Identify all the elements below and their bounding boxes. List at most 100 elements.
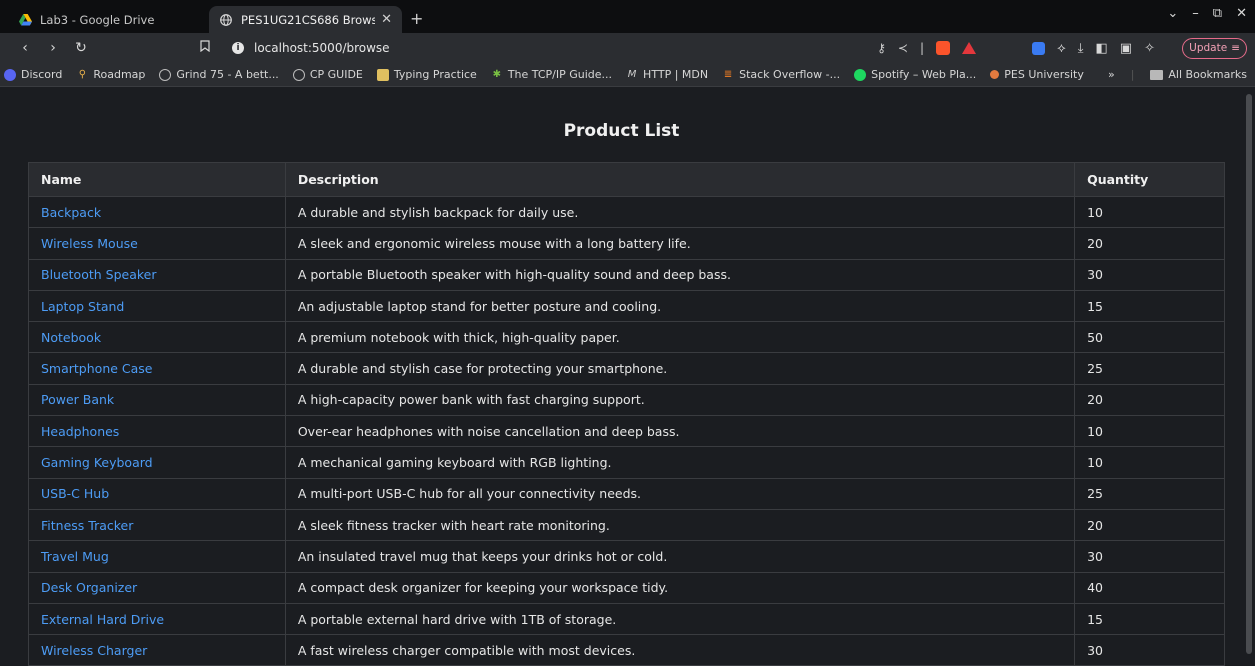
brave-shields-icon[interactable] (936, 41, 950, 55)
tab-strip: Lab3 - Google Drive PES1UG21CS686 Browse… (0, 0, 1255, 33)
column-header-description: Description (284, 162, 1076, 197)
bookmark-item[interactable]: ≣ Stack Overflow -... (722, 68, 840, 81)
tab-title: PES1UG21CS686 Browse (241, 12, 376, 27)
bookmark-item[interactable]: Typing Practice (376, 68, 477, 81)
product-description-cell: A sleek fitness tracker with heart rate … (284, 508, 1076, 542)
product-link[interactable]: Power Bank (41, 392, 114, 407)
product-quantity-cell: 50 (1074, 321, 1225, 354)
product-link[interactable]: Gaming Keyboard (41, 455, 153, 470)
product-description-cell: A durable and stylish case for protectin… (284, 352, 1076, 385)
scrollbar-thumb[interactable] (1246, 94, 1252, 654)
bookmark-item[interactable]: Discord (4, 68, 62, 81)
brave-rewards-icon[interactable] (962, 42, 976, 54)
sidebar-icon[interactable]: ◧ (1096, 41, 1108, 56)
product-link[interactable]: Wireless Charger (41, 643, 147, 658)
bookmark-item[interactable]: CP GUIDE (292, 68, 363, 81)
bookmark-item[interactable]: M HTTP | MDN (626, 68, 708, 81)
product-description-cell: A premium notebook with thick, high-qual… (284, 321, 1076, 354)
product-table-wrap: Name Description Quantity Backpack A dura… (28, 162, 1225, 666)
product-description-cell: A multi-port USB-C hub for all your conn… (284, 477, 1076, 510)
table-row: External Hard Drive A portable external h… (28, 602, 1225, 636)
product-link[interactable]: Bluetooth Speaker (41, 267, 157, 282)
table-row: Wireless Mouse A sleek and ergonomic wire… (28, 227, 1225, 260)
product-link[interactable]: Smartphone Case (41, 361, 153, 376)
bookmark-item[interactable]: PES University (990, 68, 1084, 81)
bookmark-item[interactable]: ⚲ Roadmap (76, 68, 146, 81)
bookmark-item[interactable]: Spotify – Web Pla... (854, 68, 976, 81)
product-quantity-cell: 30 (1074, 634, 1225, 666)
site-info-icon[interactable]: i (232, 42, 244, 54)
product-link[interactable]: Desk Organizer (41, 580, 137, 595)
update-button[interactable]: Update ≡ (1182, 37, 1247, 59)
minimize-icon[interactable]: – (1192, 6, 1199, 21)
wallet-icon[interactable]: ▣ (1120, 41, 1132, 56)
extensions-puzzle-icon[interactable]: ⟡ (1057, 41, 1066, 56)
product-link[interactable]: Notebook (41, 330, 101, 345)
table-header-row: Name Description Quantity (28, 162, 1225, 197)
product-link[interactable]: Travel Mug (41, 549, 109, 564)
share-icon[interactable]: ≺ (898, 41, 908, 55)
product-description-cell: A sleek and ergonomic wireless mouse wit… (284, 227, 1076, 260)
product-quantity-cell: 25 (1074, 352, 1225, 385)
tab-search-icon[interactable]: ⌄ (1167, 6, 1178, 21)
product-link[interactable]: USB-C Hub (41, 486, 109, 501)
product-link[interactable]: Headphones (41, 424, 119, 439)
forward-icon[interactable]: › (46, 40, 60, 56)
product-link[interactable]: Fitness Tracker (41, 518, 133, 533)
product-link[interactable]: Backpack (41, 205, 101, 220)
product-description-cell: A mechanical gaming keyboard with RGB li… (284, 446, 1076, 479)
product-link[interactable]: Wireless Mouse (41, 236, 138, 251)
back-icon[interactable]: ‹ (18, 40, 32, 56)
product-quantity-cell: 20 (1074, 383, 1225, 417)
table-row: Fitness Tracker A sleek fitness tracker w… (28, 508, 1225, 542)
restore-icon[interactable]: ⧉ (1213, 6, 1222, 21)
product-description-cell: A compact desk organizer for keeping you… (284, 571, 1076, 604)
column-header-name: Name (28, 162, 286, 197)
download-icon[interactable]: ⤓ (1078, 41, 1084, 56)
extension-icons: ⟡ ⤓ ◧ ▣ ✧ (1032, 41, 1155, 56)
product-description-cell: A high-capacity power bank with fast cha… (284, 383, 1076, 417)
tab-lab3-google-drive[interactable]: Lab3 - Google Drive (8, 6, 201, 33)
extension-icon[interactable] (1032, 41, 1046, 55)
product-quantity-cell: 25 (1074, 477, 1225, 510)
globe-icon (219, 13, 233, 27)
url-text[interactable]: localhost:5000/browse (254, 41, 877, 55)
table-row: Travel Mug An insulated travel mug that k… (28, 540, 1225, 573)
product-name-cell: Smartphone Case (28, 352, 286, 385)
product-name-cell: Notebook (28, 321, 286, 354)
leo-icon[interactable]: ✧ (1144, 41, 1155, 56)
product-link[interactable]: External Hard Drive (41, 612, 164, 627)
folder-icon (1150, 69, 1164, 80)
discord-icon (4, 68, 16, 81)
table-row: Wireless Charger A fast wireless charger … (28, 634, 1225, 666)
bookmark-page-icon[interactable] (200, 40, 220, 56)
tab-title: Lab3 - Google Drive (40, 12, 155, 27)
product-name-cell: Bluetooth Speaker (28, 258, 286, 291)
address-bar[interactable]: i localhost:5000/browse ⚷ ≺ | (224, 36, 984, 60)
bookmark-item[interactable]: ✱ The TCP/IP Guide... (491, 68, 612, 81)
tab-browse[interactable]: PES1UG21CS686 Browse ✕ (209, 6, 402, 33)
close-window-icon[interactable]: ✕ (1236, 6, 1247, 21)
new-tab-button[interactable]: + (410, 9, 423, 28)
column-header-quantity: Quantity (1074, 162, 1225, 197)
key-icon[interactable]: ⚷ (877, 41, 886, 55)
more-bookmarks-icon[interactable]: » (1108, 68, 1115, 81)
product-description-cell: A fast wireless charger compatible with … (284, 634, 1076, 666)
product-description-cell: An adjustable laptop stand for better po… (284, 289, 1076, 323)
table-row: Notebook A premium notebook with thick, h… (28, 321, 1225, 354)
close-tab-icon[interactable]: ✕ (381, 12, 392, 27)
page-scrollbar[interactable] (1243, 88, 1255, 660)
product-link[interactable]: Laptop Stand (41, 299, 124, 314)
table-row: Backpack A durable and stylish backpack f… (28, 195, 1225, 229)
table-row: Desk Organizer A compact desk organizer f… (28, 571, 1225, 604)
address-bar-icons: ⚷ ≺ | (877, 41, 976, 55)
product-name-cell: Gaming Keyboard (28, 446, 286, 479)
table-row: Smartphone Case A durable and stylish cas… (28, 352, 1225, 385)
divider: | (919, 41, 924, 55)
all-bookmarks-button[interactable]: All Bookmarks (1150, 68, 1247, 81)
bookmark-item[interactable]: Grind 75 - A bett... (159, 68, 279, 81)
reload-icon[interactable]: ↻ (74, 40, 88, 56)
product-quantity-cell: 10 (1074, 415, 1225, 448)
table-row: Bluetooth Speaker A portable Bluetooth sp… (28, 258, 1225, 291)
divider: | (1130, 68, 1135, 81)
